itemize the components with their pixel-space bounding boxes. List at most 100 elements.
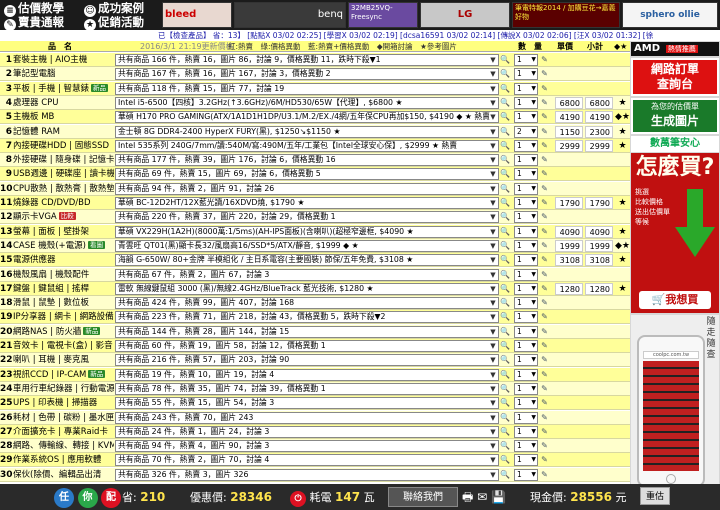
product-select[interactable]: Intel i5-6500【四核】3.2GHz(↑3.6GHz)/6M/HD53… [115, 96, 499, 109]
quantity-select[interactable]: 1 ▼ [514, 311, 538, 324]
search-icon[interactable]: 🔍 [500, 97, 510, 109]
edit-icon[interactable]: ✎ [540, 183, 549, 195]
category-link[interactable]: 筆記型電腦 [13, 67, 114, 81]
product-select[interactable]: 共有商品 166 件，熱賣 16，圖片 86，討論 9，價格異動 11，跌時下殺… [115, 54, 499, 66]
category-badge[interactable]: 新品 [91, 83, 109, 92]
quantity-select[interactable]: 1 ▼ [514, 340, 538, 352]
search-icon[interactable]: 🔍 [500, 183, 510, 195]
category-link[interactable]: 平板 | 手機 | 智慧錶 新品 [13, 82, 114, 96]
search-icon[interactable]: 🔍 [500, 412, 510, 424]
search-icon[interactable]: 🔍 [500, 283, 510, 295]
search-icon[interactable]: 🔍 [500, 54, 510, 66]
category-link[interactable]: 網路NAS | 防火牆 新品 [13, 325, 114, 339]
quantity-select[interactable]: 1 ▼ [514, 454, 538, 467]
search-icon[interactable]: 🔍 [500, 126, 510, 138]
category-link[interactable]: 作業系統OS | 應用軟體 [13, 453, 114, 467]
category-badge[interactable]: 看圖 [87, 240, 105, 249]
product-select[interactable]: 共有商品 216 件，熱賣 57，圖片 203，討論 90 ▼ [115, 354, 499, 367]
edit-icon[interactable]: ✎ [540, 254, 549, 266]
category-link[interactable]: IP分享器 | 網卡 | 網路設備 [13, 310, 114, 324]
product-select[interactable]: 共有商品 167 件，熱賣 16，圖片 167，討論 3，價格異動 2 ▼ [115, 68, 499, 81]
quantity-select[interactable]: 1 ▼ [514, 54, 538, 66]
quantity-select[interactable]: 1 ▼ [514, 111, 538, 124]
search-icon[interactable]: 🔍 [500, 326, 510, 338]
nav-promotions[interactable]: ★ 促銷活動 [84, 15, 144, 31]
quantity-select[interactable]: 1 ▼ [514, 411, 538, 424]
product-select[interactable]: 華碩 H170 PRO GAMING(ATX/1A1D1H1DP/U3.1/M.… [115, 111, 499, 124]
ad-banner-bleed[interactable]: bleed [162, 2, 232, 28]
product-select[interactable]: 華碩 BC-12D2HT/12X藍光讀/16XDVD燒, $1790 ★ ▼ [115, 197, 499, 209]
quantity-select[interactable]: 1 ▼ [514, 468, 538, 481]
quantity-select[interactable]: 1 ▼ [514, 239, 538, 252]
edit-icon[interactable]: ✎ [540, 369, 549, 381]
category-link[interactable]: 保伙(除價、編輯品出清 [13, 468, 114, 482]
mobile-app-panel[interactable]: 隨走隨查 coolpc.com.tw [631, 315, 719, 489]
search-icon[interactable]: 🔍 [500, 226, 510, 238]
edit-icon[interactable]: ✎ [540, 354, 549, 366]
product-select[interactable]: 共有商品 19 件，熱賣 10，圖片 19，討論 4 ▼ [115, 368, 499, 381]
search-icon[interactable]: 🔍 [500, 383, 510, 395]
category-link[interactable]: 介面擴充卡 | 專業Raid卡 [13, 425, 114, 439]
quantity-select[interactable]: 1 ▼ [514, 197, 538, 209]
search-icon[interactable]: 🔍 [500, 168, 510, 180]
search-icon[interactable]: 🔍 [500, 269, 510, 281]
quantity-select[interactable]: 1 ▼ [514, 254, 538, 267]
search-icon[interactable]: 🔍 [500, 440, 510, 452]
product-select[interactable]: 共有商品 78 件，熱賣 35，圖片 74，討論 39，價格異動 1 ▼ [115, 382, 499, 395]
product-select[interactable]: 共有商品 243 件，熱賣 70，圖片 243 ▼ [115, 411, 499, 424]
edit-icon[interactable]: ✎ [540, 297, 549, 309]
edit-icon[interactable]: ✎ [540, 412, 549, 424]
edit-icon[interactable]: ✎ [540, 383, 549, 395]
category-link[interactable]: 鍵盤 | 鍵鼠組 | 搖桿 [13, 282, 114, 296]
category-link[interactable]: 套裝主機 | AIO主機 [13, 53, 114, 67]
product-select[interactable]: 共有商品 24 件，熱賣 1，圖片 24，討論 3 ▼ [115, 425, 499, 438]
edit-icon[interactable]: ✎ [540, 168, 549, 180]
search-icon[interactable]: 🔍 [500, 154, 510, 166]
ad-banner-lg[interactable]: LG [420, 2, 510, 28]
quantity-select[interactable]: 1 ▼ [514, 268, 538, 281]
category-link[interactable]: 視訊CCD | IP-CAM 新品 [13, 368, 114, 382]
search-icon[interactable]: 🔍 [500, 68, 510, 80]
search-icon[interactable]: 🔍 [500, 354, 510, 366]
amd-banner[interactable]: AMD 熱情推薦 [631, 42, 719, 56]
edit-icon[interactable]: ✎ [540, 97, 549, 109]
category-link[interactable]: 顯示卡VGA 比較 [13, 210, 114, 224]
category-link[interactable]: 螢幕 | 面板 | 壁掛架 [13, 225, 114, 239]
category-link[interactable]: 電源供應器 [13, 253, 114, 267]
product-select[interactable]: 共有商品 220 件，熱賣 37，圖片 220，討論 29，價格異動 1 ▼ [115, 211, 499, 224]
edit-icon[interactable]: ✎ [540, 54, 549, 66]
category-link[interactable]: 內接硬碟HDD | 固態SSD [13, 139, 114, 153]
product-select[interactable]: 共有商品 69 件，熱賣 15，圖片 69，討論 6，價格異動 5 ▼ [115, 168, 499, 181]
quantity-select[interactable]: 1 ▼ [514, 297, 538, 310]
category-link[interactable]: 記憶體 RAM [13, 125, 114, 139]
edit-icon[interactable]: ✎ [540, 68, 549, 80]
nav-success-cases[interactable]: ☺ 成功案例 [84, 1, 144, 17]
contact-us-button[interactable]: 聯絡我們 [388, 487, 458, 507]
buy-button[interactable]: 🛒我想買 [639, 291, 711, 309]
category-link[interactable]: USB週邊 | 硬碟座 | 讀卡機 [13, 167, 114, 181]
quantity-select[interactable]: 1 ▼ [514, 182, 538, 195]
quantity-select[interactable]: 1 ▼ [514, 440, 538, 453]
category-link[interactable]: 滑鼠 | 鼠墊 | 數位板 [13, 296, 114, 310]
edit-icon[interactable]: ✎ [540, 111, 549, 123]
category-link[interactable]: 耗材 | 色帶 | 碳粉 | 墨水匣 [13, 411, 114, 425]
edit-icon[interactable]: ✎ [540, 326, 549, 338]
print-icon[interactable]: 🖶 [462, 490, 473, 504]
edit-icon[interactable]: ✎ [540, 397, 549, 409]
product-select[interactable]: 共有商品 326 件，熱賣 3，圖片 326 ▼ [115, 468, 499, 481]
quantity-select[interactable]: 1 ▼ [514, 282, 538, 295]
search-icon[interactable]: 🔍 [500, 111, 510, 123]
category-link[interactable]: CASE 機殼(+電源) 看圖 [13, 239, 114, 253]
category-link[interactable]: 燒錄器 CD/DVD/BD [13, 196, 114, 210]
product-select[interactable]: Intel 535系列 240G/7mm/讀:540M/寫:490M/五年/工業… [115, 139, 499, 152]
quantity-select[interactable]: 1 ▼ [514, 96, 538, 109]
edit-icon[interactable]: ✎ [540, 197, 549, 209]
edit-icon[interactable]: ✎ [540, 283, 549, 295]
category-badge[interactable]: 新品 [88, 369, 106, 378]
reset-button[interactable]: 重估 [640, 487, 670, 505]
quantity-select[interactable]: 1 ▼ [514, 68, 538, 81]
quantity-select[interactable]: 1 ▼ [514, 382, 538, 395]
order-query-button[interactable]: 網路訂單 查詢台 [631, 58, 719, 96]
product-select[interactable]: 共有商品 94 件，熱賣 4，圖片 90，討論 3 ▼ [115, 440, 499, 453]
edit-icon[interactable]: ✎ [540, 140, 549, 152]
